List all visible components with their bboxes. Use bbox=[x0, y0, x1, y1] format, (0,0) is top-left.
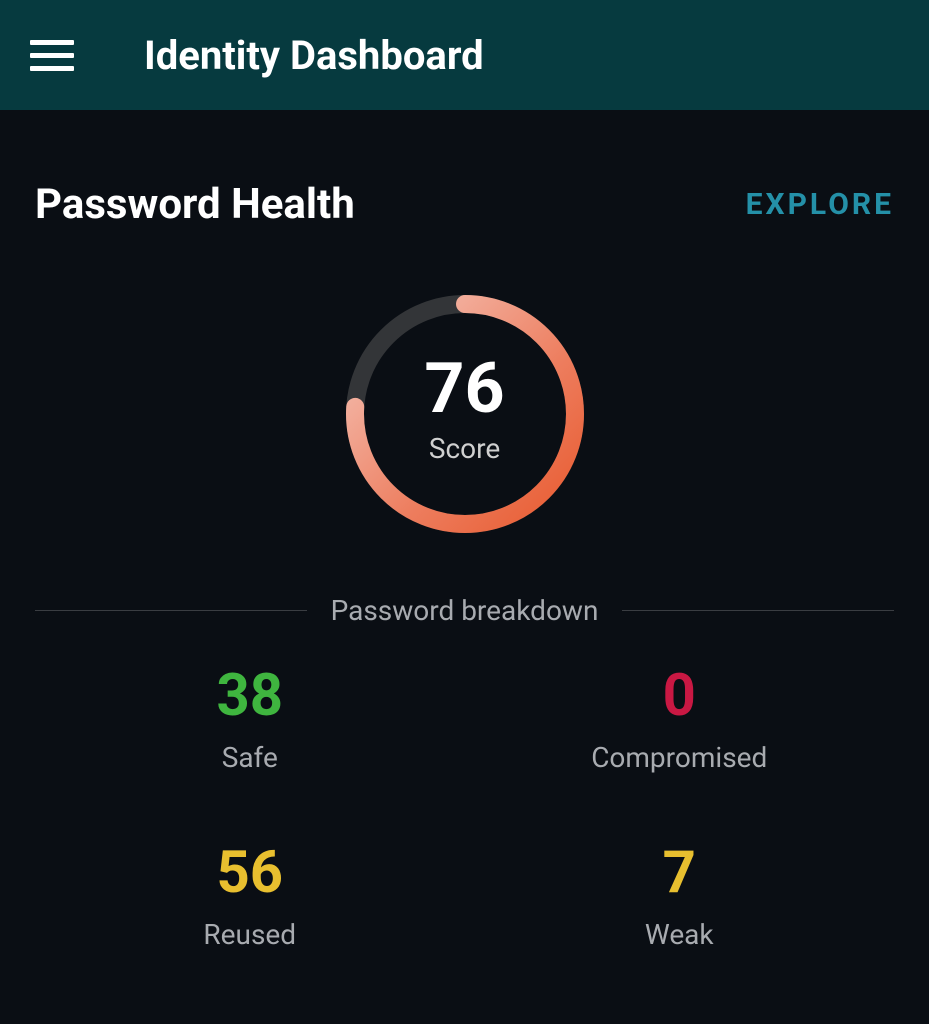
stat-compromised[interactable]: 0 Compromised bbox=[465, 667, 895, 774]
stat-label: Safe bbox=[35, 741, 465, 774]
main-content: Password Health EXPLORE 76 Score bbox=[0, 110, 929, 951]
section-header: Password Health EXPLORE bbox=[35, 180, 894, 229]
stat-label: Reused bbox=[35, 918, 465, 951]
score-text: 76 Score bbox=[424, 354, 504, 465]
breakdown-label: Password breakdown bbox=[307, 594, 623, 627]
stat-value: 0 bbox=[465, 667, 895, 725]
breakdown-divider: Password breakdown bbox=[35, 594, 894, 627]
score-value: 76 bbox=[424, 354, 504, 424]
stat-reused[interactable]: 56 Reused bbox=[35, 844, 465, 951]
stat-weak[interactable]: 7 Weak bbox=[465, 844, 895, 951]
stat-value: 38 bbox=[35, 667, 465, 725]
score-ring-container: 76 Score bbox=[35, 289, 894, 539]
score-ring: 76 Score bbox=[340, 289, 590, 539]
divider-line bbox=[35, 610, 307, 611]
stat-value: 7 bbox=[465, 844, 895, 902]
stat-value: 56 bbox=[35, 844, 465, 902]
stats-grid: 38 Safe 0 Compromised 56 Reused 7 Weak bbox=[35, 667, 894, 951]
stat-label: Weak bbox=[465, 918, 895, 951]
section-title: Password Health bbox=[35, 180, 355, 229]
explore-button[interactable]: EXPLORE bbox=[746, 187, 894, 222]
stat-safe[interactable]: 38 Safe bbox=[35, 667, 465, 774]
stat-label: Compromised bbox=[465, 741, 895, 774]
score-label: Score bbox=[424, 432, 504, 465]
app-header: Identity Dashboard bbox=[0, 0, 929, 110]
hamburger-menu-icon[interactable] bbox=[30, 33, 74, 77]
divider-line bbox=[622, 610, 894, 611]
page-title: Identity Dashboard bbox=[144, 32, 484, 79]
